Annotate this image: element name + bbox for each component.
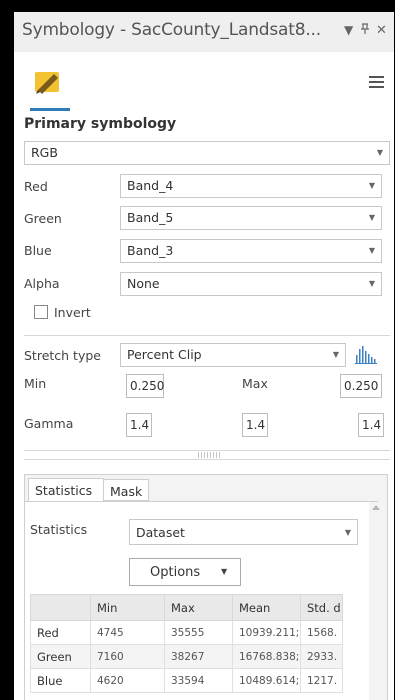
statistics-source-label: Statistics bbox=[30, 522, 88, 537]
cell-mean: 10489.614; bbox=[232, 668, 301, 693]
dropdown-arrow-icon: ▼ bbox=[368, 246, 375, 255]
gamma-label: Gamma bbox=[24, 416, 74, 431]
dropdown-arrow-icon: ▼ bbox=[376, 148, 383, 157]
splitter-grip[interactable] bbox=[198, 452, 222, 458]
max-value-input[interactable]: 0.250 bbox=[340, 374, 382, 398]
green-band-value: Band_5 bbox=[127, 210, 174, 225]
min-value-input[interactable]: 0.250 bbox=[126, 374, 164, 398]
red-band-value: Band_4 bbox=[127, 178, 174, 193]
pane-title: Symbology - SacCounty_Landsat8... bbox=[22, 20, 321, 40]
gamma-blue-input[interactable]: 1.4 bbox=[358, 413, 384, 437]
close-icon[interactable]: ✕ bbox=[376, 23, 387, 38]
active-tool-indicator bbox=[30, 108, 70, 111]
cell-mean: 16768.838; bbox=[232, 644, 301, 669]
tab-mask[interactable]: Mask bbox=[103, 479, 149, 501]
splitter-line-lower bbox=[24, 459, 390, 460]
alpha-band-dropdown[interactable]: None ▼ bbox=[120, 272, 382, 296]
renderer-value: RGB bbox=[31, 145, 58, 160]
column-header[interactable] bbox=[30, 594, 91, 621]
row-band-label: Blue bbox=[30, 668, 91, 693]
renderer-dropdown[interactable]: RGB ▼ bbox=[24, 141, 390, 165]
dropdown-arrow-icon: ▼ bbox=[368, 279, 375, 288]
stretch-type-dropdown[interactable]: Percent Clip ▼ bbox=[120, 343, 346, 367]
band-label-blue: Blue bbox=[24, 243, 52, 258]
invert-label: Invert bbox=[54, 305, 91, 320]
band-label-red: Red bbox=[24, 179, 48, 194]
vertical-scrollbar[interactable] bbox=[369, 502, 381, 700]
section-divider bbox=[24, 335, 390, 336]
blue-band-dropdown[interactable]: Band_3 ▼ bbox=[120, 239, 382, 263]
alpha-band-value: None bbox=[127, 276, 160, 291]
column-header-min[interactable]: Min bbox=[90, 594, 165, 621]
symbology-pane: Symbology - SacCounty_Landsat8... ▼ ✕ Pr… bbox=[14, 12, 394, 700]
table-row: Red 4745 35555 10939.211; 1568. bbox=[30, 620, 343, 645]
column-header-std[interactable]: Std. d bbox=[300, 594, 343, 621]
pane-titlebar: Symbology - SacCounty_Landsat8... ▼ ✕ bbox=[14, 12, 394, 52]
red-band-dropdown[interactable]: Band_4 ▼ bbox=[120, 174, 382, 198]
splitter-line bbox=[24, 450, 390, 451]
cell-max: 38267 bbox=[164, 644, 233, 669]
cell-min: 7160 bbox=[90, 644, 165, 669]
table-row: Green 7160 38267 16768.838; 2933. bbox=[30, 644, 343, 669]
pane-options-dropdown-icon[interactable]: ▼ bbox=[344, 23, 353, 37]
cell-mean: 10939.211; bbox=[232, 620, 301, 645]
stretch-type-label: Stretch type bbox=[24, 348, 101, 363]
auto-hide-pin-icon[interactable] bbox=[360, 23, 370, 38]
row-band-label: Red bbox=[30, 620, 91, 645]
invert-checkbox[interactable] bbox=[34, 305, 48, 319]
cell-min: 4620 bbox=[90, 668, 165, 693]
statistics-source-dropdown[interactable]: Dataset ▼ bbox=[129, 519, 358, 545]
options-button-label: Options bbox=[150, 565, 201, 580]
statistics-table: Min Max Mean Std. d Red 4745 35555 10939… bbox=[30, 594, 343, 693]
options-button[interactable]: Options ▼ bbox=[129, 558, 241, 586]
hamburger-menu-icon[interactable] bbox=[369, 76, 384, 88]
cell-std: 2933. bbox=[300, 644, 343, 669]
histogram-icon[interactable] bbox=[354, 343, 378, 365]
band-label-green: Green bbox=[24, 211, 62, 226]
tab-statistics[interactable]: Statistics bbox=[28, 478, 104, 502]
table-header-row: Min Max Mean Std. d bbox=[30, 594, 343, 621]
gamma-green-input[interactable]: 1.4 bbox=[242, 413, 268, 437]
symbology-toolbar bbox=[14, 52, 394, 114]
min-label: Min bbox=[24, 376, 47, 391]
dropdown-arrow-icon: ▼ bbox=[368, 213, 375, 222]
statistics-source-value: Dataset bbox=[136, 525, 185, 540]
row-band-label: Green bbox=[30, 644, 91, 669]
blue-band-value: Band_3 bbox=[127, 243, 174, 258]
cell-max: 33594 bbox=[164, 668, 233, 693]
cell-std: 1217. bbox=[300, 668, 343, 693]
column-header-max[interactable]: Max bbox=[164, 594, 233, 621]
chevron-down-icon: ▼ bbox=[221, 567, 228, 576]
gamma-red-input[interactable]: 1.4 bbox=[126, 413, 152, 437]
stretch-type-value: Percent Clip bbox=[127, 347, 202, 362]
dropdown-arrow-icon: ▼ bbox=[344, 528, 351, 537]
symbology-pencil-icon[interactable] bbox=[32, 68, 66, 96]
dropdown-arrow-icon: ▼ bbox=[332, 350, 339, 359]
table-row: Blue 4620 33594 10489.614; 1217. bbox=[30, 668, 343, 693]
column-header-mean[interactable]: Mean bbox=[232, 594, 301, 621]
cell-max: 35555 bbox=[164, 620, 233, 645]
cell-std: 1568. bbox=[300, 620, 343, 645]
band-label-alpha: Alpha bbox=[24, 276, 60, 291]
green-band-dropdown[interactable]: Band_5 ▼ bbox=[120, 206, 382, 230]
cell-min: 4745 bbox=[90, 620, 165, 645]
max-label: Max bbox=[242, 376, 268, 391]
primary-symbology-heading: Primary symbology bbox=[24, 116, 177, 132]
dropdown-arrow-icon: ▼ bbox=[368, 181, 375, 190]
scroll-up-arrow-icon[interactable] bbox=[372, 505, 380, 510]
